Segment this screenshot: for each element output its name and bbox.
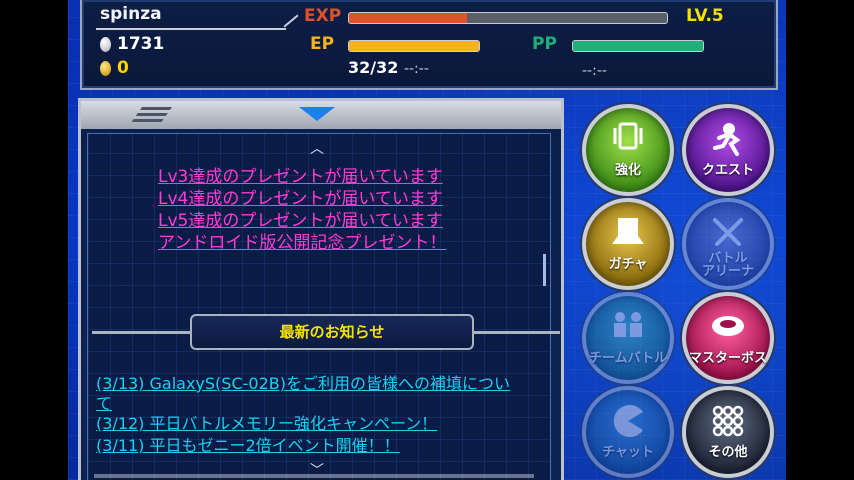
present-link[interactable]: アンドロイド版公開記念プレゼント！ [158,228,446,253]
battle-arena-button[interactable]: バトル アリーナ [682,198,774,290]
divider-right [474,331,560,334]
battle-arena-label: バトル アリーナ [702,252,754,278]
level-label: LV.5 [686,6,724,26]
enhance-label: 強化 [614,163,641,178]
exp-bar [348,12,668,24]
silver-coin-icon [100,36,111,52]
pp-bar-fill [573,41,703,51]
exp-label: EXP [304,6,342,26]
chat-pacman-icon [613,405,643,437]
gacha-button[interactable]: ガチャ [582,198,674,290]
grid-menu-icon [712,405,744,437]
pp-timer-wrap: --:-- [582,60,607,79]
scroll-up-icon[interactable]: ︿ [310,138,324,158]
scroll-down-icon[interactable]: ﹀ [310,460,324,480]
gold-coin-icon [100,60,111,76]
other-button[interactable]: その他 [682,386,774,478]
ep-timer: --:-- [403,61,429,77]
news-header: 最新のお知らせ [92,314,560,350]
quest-button[interactable]: クエスト [682,104,774,196]
quest-label: クエスト [701,163,754,178]
ep-count: 32/32 [348,58,399,77]
info-panel: ︿ Lv3達成のプレゼントが届いています Lv4達成のプレゼントが届いています … [78,98,564,480]
silver-coins: 1731 [100,34,164,54]
ep-label: EP [310,34,335,54]
panel-header[interactable] [81,101,561,129]
gold-coins: 0 [100,58,129,78]
gold-count: 0 [117,58,129,78]
pp-bar [572,40,704,52]
news-link[interactable]: (3/11) 平日もゼニー2倍イベント開催！！ [96,432,400,456]
team-battle-button[interactable]: チームバトル [582,292,674,384]
master-boss-button[interactable]: マスターボス [682,292,774,384]
left-letterbox [0,0,68,480]
grip-icon [139,107,173,110]
other-label: その他 [708,445,748,460]
collapse-arrow-icon[interactable] [299,107,335,121]
name-underline [96,28,286,30]
status-header: spinza 1731 0 EXP LV.5 EP 32/32 --:-- PP… [80,0,778,90]
silver-count: 1731 [117,34,165,54]
crossed-swords-icon [713,218,743,246]
master-boss-label: マスターボス [688,351,767,366]
ep-bar [348,40,480,52]
team-robots-icon [614,312,642,337]
right-letterbox [786,0,854,480]
chat-button[interactable]: チャット [582,386,674,478]
boss-saucer-icon [712,316,744,336]
team-battle-label: チームバトル [588,351,667,366]
gacha-label: ガチャ [608,257,648,272]
news-link[interactable]: (3/12) 平日バトルメモリー強化キャンペーン！ [96,410,437,434]
chat-label: チャット [602,445,654,460]
pp-timer: --:-- [582,63,607,79]
panel-content[interactable]: ︿ Lv3達成のプレゼントが届いています Lv4達成のプレゼントが届いています … [87,133,560,480]
divider-left [92,331,190,334]
card-enhance-icon [613,122,643,150]
exp-bar-fill [349,13,467,23]
enhance-button[interactable]: 強化 [582,104,674,196]
game-screen: spinza 1731 0 EXP LV.5 EP 32/32 --:-- PP… [68,0,786,480]
news-title: 最新のお知らせ [190,314,474,350]
news-link[interactable]: (3/13) GalaxyS(SC-02B)をご利用の皆様への補填につい [96,370,510,394]
player-name: spinza [100,4,162,24]
pp-label: PP [532,34,557,54]
ep-value: 32/32 --:-- [348,58,429,77]
battle-arena-label-line2: アリーナ [701,264,754,279]
gacha-machine-icon [612,218,644,244]
scrollbar-thumb[interactable] [543,254,546,286]
robot-runner-icon [713,123,741,156]
ep-bar-fill [349,41,479,51]
